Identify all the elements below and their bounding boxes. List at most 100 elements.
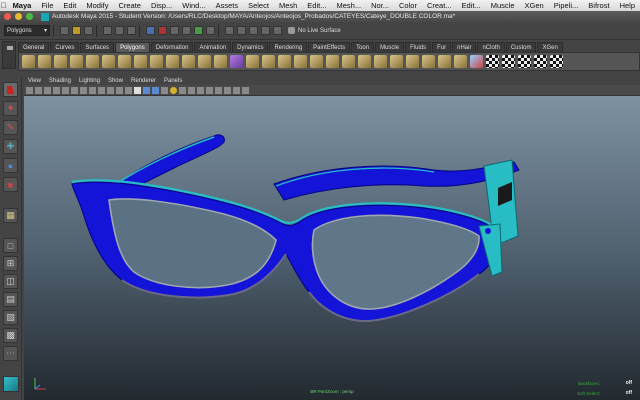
rotate-tool-button[interactable]: ● [3,158,18,173]
sculpt-geometry-icon[interactable] [470,55,483,68]
menu-bifrost[interactable]: Bifrost [583,1,614,10]
shelf-tab-polygons[interactable]: Polygons [115,42,150,52]
poly-prism-icon[interactable] [118,55,131,68]
combine-icon[interactable] [198,55,211,68]
insert-edge-loop-icon[interactable] [358,55,371,68]
automatic-mapping-icon[interactable] [534,55,547,68]
cylindrical-mapping-icon[interactable] [502,55,515,68]
menu-edit[interactable]: Edit [58,1,81,10]
viewport-menu-shading[interactable]: Shading [45,78,75,84]
camera-select-icon[interactable] [26,86,33,94]
poly-plane-icon[interactable] [86,55,99,68]
open-scene-icon[interactable] [72,26,81,35]
menu-xgen[interactable]: XGen [520,1,549,10]
move-tool-button[interactable]: ✚ [3,139,18,154]
shelf-tab-toon[interactable]: Toon [351,42,375,52]
shelf-tab-animation[interactable]: Animation [194,42,232,52]
save-scene-icon[interactable] [84,26,93,35]
spherical-mapping-icon[interactable] [518,55,531,68]
safe-action-icon[interactable] [116,86,123,94]
viewport-menu-lighting[interactable]: Lighting [75,78,104,84]
film-gate-icon[interactable] [80,86,87,94]
layout-persp-outliner-button[interactable]: ▤ [3,292,18,307]
shelf-tab-ncloth[interactable]: nCloth [477,42,505,52]
menu-display[interactable]: Disp... [146,1,177,10]
menu-create-uvs[interactable]: Creat... [422,1,457,10]
menu-color[interactable]: Color [394,1,422,10]
close-window-button[interactable] [4,13,11,20]
poly-pipe-icon[interactable] [134,55,147,68]
new-scene-icon[interactable] [60,26,69,35]
menu-mesh-tools[interactable]: Mesh... [331,1,366,10]
menu-file[interactable]: File [36,1,58,10]
select-tool-button[interactable] [3,82,18,97]
snap-view-plane-icon[interactable] [261,26,270,35]
viewport-menu-view[interactable]: View [24,78,45,84]
eyeglasses-model[interactable] [24,96,640,400]
mask-surfaces-icon[interactable] [170,26,179,35]
bevel-icon[interactable] [294,55,307,68]
x-ray-joints-icon[interactable] [233,86,240,94]
wireframe-icon[interactable] [134,86,141,94]
poly-cube-icon[interactable] [38,55,51,68]
shelf-tab-deformation[interactable]: Deformation [150,42,194,52]
poly-soccer-ball-icon[interactable] [166,55,179,68]
shelf-tab-curves[interactable]: Curves [50,42,80,52]
textured-icon[interactable] [161,86,168,94]
split-polygon-icon[interactable] [342,55,355,68]
select-by-hierarchy-icon[interactable] [103,26,112,35]
lasso-tool-button[interactable]: ✦ [3,101,18,116]
snap-curve-icon[interactable] [237,26,246,35]
shelf-tab-painteffects[interactable]: PaintEffects [308,42,351,52]
layout-more-button[interactable]: ⋯ [3,346,18,361]
snap-point-icon[interactable] [249,26,258,35]
use-all-lights-icon[interactable] [170,86,177,94]
image-plane-icon[interactable] [53,86,60,94]
reduce-icon[interactable] [422,55,435,68]
wireframe-on-shaded-icon[interactable] [152,86,159,94]
shadows-icon[interactable] [179,86,186,94]
poly-cone-icon[interactable] [70,55,83,68]
shelf-tab-xgen[interactable]: XGen [537,42,563,52]
minimize-window-button[interactable] [15,13,22,20]
menu-select[interactable]: Select [243,1,274,10]
menu-maya[interactable]: Maya [8,1,37,10]
shelf-tab-muscle[interactable]: Muscle [375,42,405,52]
menu-edit-uvs[interactable]: Edit... [457,1,486,10]
menu-edit-mesh[interactable]: Edit... [302,1,331,10]
smooth-icon[interactable] [246,55,259,68]
motion-blur-icon[interactable] [197,86,204,94]
shelf-tab-fluids[interactable]: Fluids [405,42,432,52]
mask-dynamics-icon[interactable] [194,26,203,35]
selection-constraint-icon[interactable] [230,55,243,68]
separate-icon[interactable] [214,55,227,68]
shelf-tab-nhair[interactable]: nHair [452,42,477,52]
extrude-icon[interactable] [262,55,275,68]
menu-mesh[interactable]: Mesh [274,1,302,10]
gate-mask-icon[interactable] [98,86,105,94]
last-tool-button[interactable]: ▦ [3,208,18,223]
isolate-select-icon[interactable] [215,86,222,94]
layout-hypershade-button[interactable]: ▩ [3,328,18,343]
collapse-icon[interactable] [406,55,419,68]
poly-helix-icon[interactable] [150,55,163,68]
resolution-gate-icon[interactable] [89,86,96,94]
mask-rendering-icon[interactable] [206,26,215,35]
bookmarks-icon[interactable] [44,86,51,94]
select-by-component-icon[interactable] [127,26,136,35]
bridge-icon[interactable] [278,55,291,68]
shelf-menu-button[interactable] [2,41,16,69]
poly-platonic-icon[interactable] [182,55,195,68]
menu-window[interactable]: Wind... [177,1,210,10]
make-live-icon[interactable] [273,26,282,35]
append-icon[interactable] [310,55,323,68]
shelf-tab-general[interactable]: General [18,42,50,52]
menu-muscle[interactable]: Muscle [486,1,520,10]
menu-set-selector[interactable]: Polygons ▾ [4,25,50,36]
selection-mask-icon[interactable] [146,26,155,35]
ambient-occlusion-icon[interactable] [188,86,195,94]
offset-edge-loop-icon[interactable] [374,55,387,68]
layout-single-pane-button[interactable]: □ [3,238,18,253]
menu-create[interactable]: Create [113,1,146,10]
menu-pipeline[interactable]: Pipeli... [549,1,584,10]
